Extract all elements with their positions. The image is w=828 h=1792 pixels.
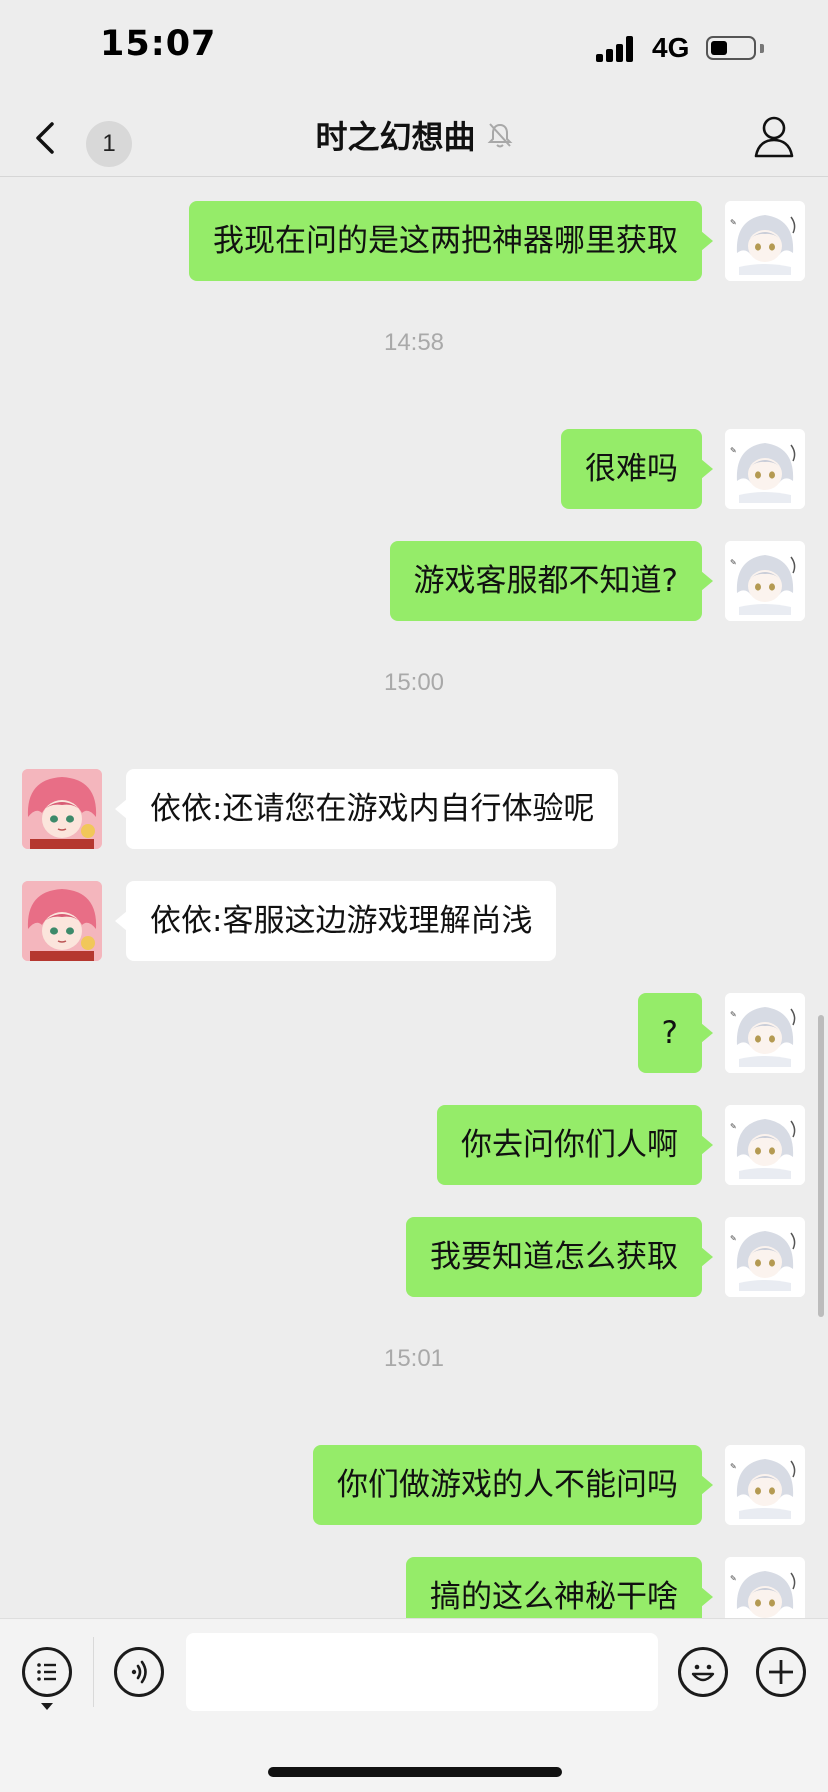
status-time: 15:07 [100, 24, 217, 64]
sent-message-bubble[interactable]: 你去问你们人啊 [437, 1105, 713, 1185]
my-avatar[interactable]: ✎ [725, 429, 805, 509]
message-input[interactable] [186, 1633, 658, 1711]
chat-title-wrap: 时之幻想曲 [200, 112, 628, 164]
svg-text:✎: ✎ [730, 1122, 737, 1131]
sent-message-bubble[interactable]: 我现在问的是这两把神器哪里获取 [189, 201, 713, 281]
signal-icon [596, 36, 640, 62]
my-avatar[interactable]: ✎ [725, 993, 805, 1073]
my-avatar[interactable]: ✎ [725, 1445, 805, 1525]
menu-button[interactable] [22, 1647, 72, 1697]
received-message-bubble[interactable]: 依依:客服这边游戏理解尚浅 [114, 881, 557, 961]
voice-icon [131, 1660, 147, 1684]
person-icon [754, 116, 794, 158]
my-avatar[interactable]: ✎ [725, 1105, 805, 1185]
message-row: ✎ 我要知道怎么获取 [0, 1217, 828, 1297]
chat-screen: 15:07 4G 1 时之幻想曲 ✎ 我现在问的是这两把神器哪里获取 14:58… [0, 0, 828, 1792]
home-indicator [268, 1767, 562, 1777]
scrollbar[interactable] [818, 1015, 824, 1317]
bell-muted-icon [487, 123, 512, 148]
timestamp: 14:58 [383, 329, 445, 356]
sent-message-bubble[interactable]: 很难吗 [561, 429, 713, 509]
message-row: ✎ 你去问你们人啊 [0, 1105, 828, 1185]
battery-level [711, 41, 727, 55]
my-avatar[interactable]: ✎ [725, 1557, 805, 1618]
status-bar: 15:07 4G [0, 0, 828, 100]
svg-text:✎: ✎ [730, 446, 737, 455]
timestamp: 15:00 [383, 669, 445, 696]
sent-message-bubble[interactable]: 游戏客服都不知道? [389, 541, 714, 621]
chat-title: 时之幻想曲 [315, 118, 476, 156]
unread-badge: 1 [86, 121, 132, 167]
plus-button[interactable] [756, 1647, 806, 1697]
svg-text:✎: ✎ [730, 218, 737, 227]
message-row: 依依:还请您在游戏内自行体验呢 [0, 769, 828, 849]
contact-avatar[interactable] [22, 769, 102, 849]
svg-text:✎: ✎ [730, 558, 737, 567]
sent-message-bubble[interactable]: 你们做游戏的人不能问吗 [313, 1445, 713, 1525]
received-message-bubble[interactable]: 依依:还请您在游戏内自行体验呢 [114, 769, 619, 849]
my-avatar[interactable]: ✎ [725, 201, 805, 281]
sent-message-bubble[interactable]: 搞的这么神秘干啥 [406, 1557, 713, 1618]
voice-button[interactable] [114, 1647, 164, 1697]
list-menu-icon [37, 1663, 56, 1681]
network-label: 4G [652, 32, 690, 63]
message-row: ✎? [0, 993, 828, 1073]
nav-bar: 1 时之幻想曲 [0, 100, 828, 177]
svg-text:✎: ✎ [730, 1010, 737, 1019]
input-bar [0, 1618, 828, 1792]
chevron-left-icon [36, 122, 54, 154]
message-row: 依依:客服这边游戏理解尚浅 [0, 881, 828, 961]
battery-icon [706, 36, 756, 60]
message-row: ✎ 你们做游戏的人不能问吗 [0, 1445, 828, 1525]
timestamp: 15:01 [383, 1345, 445, 1372]
message-row: ✎ 很难吗 [0, 429, 828, 509]
contact-avatar[interactable] [22, 881, 102, 961]
message-row: ✎ 我现在问的是这两把神器哪里获取 [0, 201, 828, 281]
message-row: ✎ 搞的这么神秘干啥 [0, 1557, 828, 1618]
my-avatar[interactable]: ✎ [725, 1217, 805, 1297]
input-divider [93, 1637, 94, 1707]
my-avatar[interactable]: ✎ [725, 541, 805, 621]
message-row: ✎ 游戏客服都不知道? [0, 541, 828, 621]
sent-message-bubble[interactable]: ? [637, 993, 714, 1073]
smiley-icon [691, 1664, 715, 1682]
svg-text:✎: ✎ [730, 1234, 737, 1243]
chat-info-button[interactable] [752, 112, 796, 162]
message-list[interactable]: ✎ 我现在问的是这两把神器哪里获取 14:58 ✎ 很难吗 ✎ 游戏客服都不知道? 15:00… [0, 177, 828, 1618]
battery-tip [760, 44, 764, 53]
svg-text:✎: ✎ [730, 1574, 737, 1583]
plus-icon [769, 1660, 793, 1684]
menu-caret-icon [41, 1703, 53, 1710]
sent-message-bubble[interactable]: 我要知道怎么获取 [406, 1217, 713, 1297]
back-button[interactable]: 1 [24, 110, 132, 167]
svg-text:✎: ✎ [730, 1462, 737, 1471]
emoji-button[interactable] [678, 1647, 728, 1697]
